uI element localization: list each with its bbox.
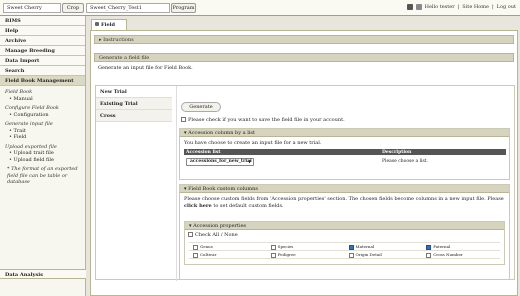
property-origin-detail[interactable]: Origin Detail	[345, 251, 423, 258]
trial-tabs: New Trial Existing Trial Cross Generate …	[95, 85, 515, 281]
accession-properties-header[interactable]: ▾ Accession properties	[185, 222, 504, 230]
sidebar: BIMS Help Archive Manage Breeding Data I…	[0, 16, 86, 296]
sidebar-item-field-book-management[interactable]: Field Book Management	[0, 76, 85, 86]
accession-list-select[interactable]: accessions_for_new_trial ▼	[186, 157, 254, 166]
sidebar-item-help[interactable]: Help	[0, 26, 85, 36]
sidebar-item-data-analysis[interactable]: Data Analysis	[0, 269, 86, 279]
crop-button[interactable]: Crop	[62, 3, 84, 13]
sidebar-item-manage-breeding[interactable]: Manage Breeding	[0, 46, 85, 56]
hello-user-link[interactable]: Hello tester	[425, 4, 455, 10]
accession-properties-box: ▾ Accession properties Check All / None …	[184, 221, 505, 265]
tab-new-trial[interactable]: New Trial	[96, 86, 172, 98]
logout-link[interactable]: Log out	[497, 4, 516, 10]
property-cross-number[interactable]: Cross Number	[422, 251, 500, 258]
crop-input[interactable]: Sweet Cherry	[3, 3, 61, 13]
sidebar-item-data-import[interactable]: Data Import	[0, 56, 85, 66]
field-book-submenu: Field Book • Manual Configure Field Book…	[0, 86, 85, 189]
property-genus[interactable]: Genus	[189, 243, 267, 250]
accession-list-desc: You have choose to create an input file …	[184, 140, 322, 146]
program-button[interactable]: Program	[171, 3, 196, 13]
site-home-link[interactable]: Site Home	[462, 4, 489, 10]
user-icon	[406, 4, 413, 10]
check-all-row: Check All / None	[185, 230, 504, 240]
custom-columns-desc: Please choose custom fields from 'Access…	[184, 196, 504, 209]
properties-row: Cultivar Pedigree Origin Detail Cross Nu…	[189, 251, 500, 259]
property-cultivar[interactable]: Cultivar	[189, 251, 267, 258]
instructions-header[interactable]: ▸ Instructions	[94, 35, 514, 44]
paternal-checkbox[interactable]	[426, 244, 432, 250]
custom-columns-header[interactable]: ▾ Field Book custom columns	[180, 185, 509, 193]
new-trial-content: Generate Please check if you want to sav…	[176, 86, 512, 281]
field-panel: ▸ Instructions Generate a field file Gen…	[90, 30, 518, 296]
property-pedigree[interactable]: Pedigree	[267, 251, 345, 258]
genus-checkbox[interactable]	[193, 244, 198, 250]
maternal-checkbox[interactable]	[348, 244, 354, 250]
accession-list-table: Accession list Description accessions_fo…	[184, 149, 506, 168]
save-file-label: Please check if you want to save the fie…	[188, 117, 345, 123]
sidebar-item-search[interactable]: Search	[0, 66, 85, 76]
property-maternal[interactable]: Maternal	[345, 243, 423, 250]
tab-icon	[95, 22, 99, 26]
separator: |	[491, 4, 494, 10]
program-input[interactable]: Sweet_Cherry_Test1	[86, 3, 170, 13]
cultivar-checkbox[interactable]	[193, 252, 198, 258]
user-links: Hello tester | Site Home | Log out	[406, 4, 516, 10]
generate-description: Generate an input file for Field Book.	[98, 65, 193, 71]
property-paternal[interactable]: Paternal	[422, 243, 500, 250]
save-file-checkbox[interactable]	[181, 117, 186, 122]
main-content: Field ▸ Instructions Generate a field fi…	[88, 16, 520, 296]
generate-button[interactable]: Generate	[181, 102, 221, 112]
origin-detail-checkbox[interactable]	[348, 252, 354, 258]
chevron-down-icon: ▼	[247, 158, 251, 164]
accession-description: Please choose a list.	[382, 159, 428, 164]
properties-grid: Genus Species Maternal Paternal Cultivar…	[189, 242, 500, 259]
pedigree-checkbox[interactable]	[270, 252, 276, 258]
tab-existing-trial[interactable]: Existing Trial	[96, 98, 172, 110]
accession-list-box: ▾ Accession column by a list You have ch…	[179, 128, 510, 180]
profile-icon	[415, 4, 422, 10]
property-species[interactable]: Species	[267, 243, 345, 250]
sidebar-item-archive[interactable]: Archive	[0, 36, 85, 46]
sidebar-item-bims[interactable]: BIMS	[0, 16, 85, 26]
properties-row: Genus Species Maternal Paternal	[189, 243, 500, 251]
check-all-checkbox[interactable]	[188, 232, 193, 237]
top-bar: Sweet Cherry Crop Sweet_Cherry_Test1 Pro…	[0, 0, 520, 16]
separator: |	[457, 4, 460, 10]
format-note: * The format of an exported field file c…	[7, 166, 78, 185]
accession-list-header[interactable]: ▾ Accession column by a list	[180, 129, 509, 137]
tab-cross[interactable]: Cross	[96, 110, 172, 122]
click-here-link[interactable]: click here	[184, 203, 212, 209]
save-file-row: Please check if you want to save the fie…	[181, 117, 345, 123]
generate-section-header[interactable]: Generate a field file	[94, 53, 514, 62]
custom-columns-box: ▾ Field Book custom columns Please choos…	[179, 184, 510, 280]
cross-number-checkbox[interactable]	[426, 252, 432, 258]
species-checkbox[interactable]	[270, 244, 276, 250]
